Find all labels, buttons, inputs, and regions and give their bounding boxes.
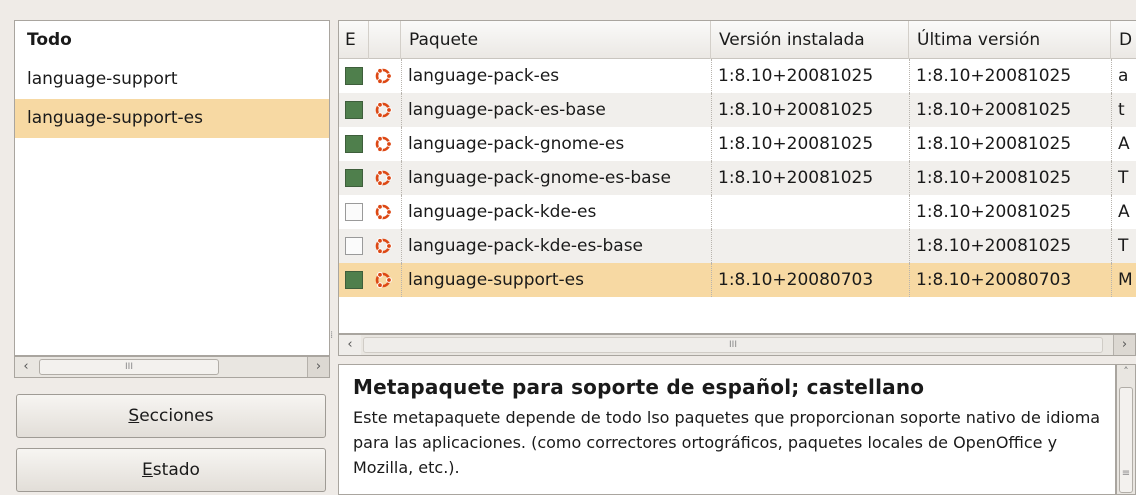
cell-installed-version: 1:8.10+20081025: [711, 59, 909, 93]
checkbox-icon[interactable]: [345, 67, 363, 85]
cell-package: language-support-es: [401, 263, 711, 297]
cell-latest-version: 1:8.10+20081025: [909, 229, 1111, 263]
cell-package: language-pack-gnome-es-base: [401, 161, 711, 195]
arrow-left-icon[interactable]: ‹: [339, 335, 361, 355]
col-header-description[interactable]: D: [1111, 21, 1136, 59]
cell-latest-version: 1:8.10+20081025: [909, 127, 1111, 161]
sections-button[interactable]: Secciones: [16, 394, 326, 438]
col-header-package[interactable]: Paquete: [401, 21, 711, 59]
cell-latest-version: 1:8.10+20081025: [909, 161, 1111, 195]
arrow-up-icon[interactable]: ˄: [1117, 365, 1135, 385]
ubuntu-logo-icon: [375, 135, 392, 153]
table-header: E Paquete Versión instalada Última versi…: [339, 21, 1136, 59]
pane-grip[interactable]: ⁞: [330, 330, 338, 360]
cell-package: language-pack-gnome-es: [401, 127, 711, 161]
checkbox-icon[interactable]: [345, 101, 363, 119]
cell-package: language-pack-es: [401, 59, 711, 93]
checkbox-icon[interactable]: [345, 271, 363, 289]
description-scroll-thumb[interactable]: ≡: [1119, 387, 1133, 493]
section-list-hscrollbar[interactable]: ‹ III ›: [14, 356, 330, 378]
cell-installed-version: 1:8.10+20081025: [711, 127, 909, 161]
cell-description: A: [1111, 127, 1136, 161]
cell-package: language-pack-kde-es-base: [401, 229, 711, 263]
cell-description: T: [1111, 161, 1136, 195]
cell-latest-version: 1:8.10+20081025: [909, 93, 1111, 127]
table-scroll-thumb[interactable]: III: [363, 337, 1103, 353]
section-item-language-support-es[interactable]: language-support-es: [15, 99, 329, 138]
ubuntu-logo-icon: [375, 203, 392, 221]
table-row[interactable]: language-pack-kde-es-base 1:8.10+20081025…: [339, 229, 1136, 263]
package-table: E Paquete Versión instalada Última versi…: [338, 20, 1136, 334]
table-row[interactable]: language-pack-gnome-es-base 1:8.10+200810…: [339, 161, 1136, 195]
cell-description: a: [1111, 59, 1136, 93]
description-body: Este metapaquete depende de todo lso paq…: [353, 408, 1101, 477]
cell-package: language-pack-es-base: [401, 93, 711, 127]
table-hscrollbar[interactable]: ‹ III ›: [338, 334, 1136, 356]
sections-button-label: ecciones: [139, 406, 214, 426]
table-body: language-pack-es 1:8.10+20081025 1:8.10+20…: [339, 59, 1136, 297]
status-button[interactable]: Estado: [16, 448, 326, 492]
cell-description: M: [1111, 263, 1136, 297]
arrow-left-icon[interactable]: ‹: [15, 357, 37, 377]
checkbox-icon[interactable]: [345, 237, 363, 255]
ubuntu-logo-icon: [375, 67, 392, 85]
cell-latest-version: 1:8.10+20081025: [909, 59, 1111, 93]
description-panel: Metapaquete para soporte de español; cas…: [338, 364, 1116, 495]
table-row[interactable]: language-pack-kde-es 1:8.10+20081025 A: [339, 195, 1136, 229]
status-button-label: stado: [152, 460, 200, 480]
cell-latest-version: 1:8.10+20081025: [909, 195, 1111, 229]
col-header-icon[interactable]: [369, 21, 401, 59]
section-list: Todo language-support language-support-e…: [14, 20, 330, 356]
description-vscrollbar[interactable]: ˄ ≡: [1116, 364, 1136, 495]
cell-installed-version: 1:8.10+20081025: [711, 161, 909, 195]
status-button-mnemonic: E: [142, 460, 153, 480]
cell-installed-version: [711, 229, 909, 263]
cell-installed-version: [711, 195, 909, 229]
checkbox-icon[interactable]: [345, 135, 363, 153]
checkbox-icon[interactable]: [345, 169, 363, 187]
cell-description: T: [1111, 229, 1136, 263]
col-header-latest[interactable]: Última versión: [909, 21, 1111, 59]
table-row[interactable]: language-support-es 1:8.10+20080703 1:8.10…: [339, 263, 1136, 297]
ubuntu-logo-icon: [375, 271, 392, 289]
cell-description: t: [1111, 93, 1136, 127]
ubuntu-logo-icon: [375, 169, 392, 187]
section-item-language-support[interactable]: language-support: [15, 60, 329, 99]
table-row[interactable]: language-pack-gnome-es 1:8.10+20081025 1:8…: [339, 127, 1136, 161]
cell-latest-version: 1:8.10+20080703: [909, 263, 1111, 297]
synaptic-window: Todo language-support language-support-e…: [0, 0, 1136, 495]
description-title: Metapaquete para soporte de español; cas…: [353, 375, 925, 399]
sections-button-mnemonic: S: [128, 406, 140, 426]
scroll-thumb[interactable]: III: [39, 359, 219, 375]
checkbox-icon[interactable]: [345, 203, 363, 221]
col-header-status[interactable]: E: [339, 21, 369, 59]
col-header-installed[interactable]: Versión instalada: [711, 21, 909, 59]
cell-installed-version: 1:8.10+20080703: [711, 263, 909, 297]
ubuntu-logo-icon: [375, 237, 392, 255]
arrow-right-icon[interactable]: ›: [307, 357, 329, 377]
arrow-right-icon[interactable]: ›: [1113, 335, 1135, 355]
cell-description: A: [1111, 195, 1136, 229]
cell-package: language-pack-kde-es: [401, 195, 711, 229]
section-item-todo[interactable]: Todo: [15, 21, 329, 60]
table-row[interactable]: language-pack-es 1:8.10+20081025 1:8.10+20…: [339, 59, 1136, 93]
table-row[interactable]: language-pack-es-base 1:8.10+20081025 1:8.…: [339, 93, 1136, 127]
cell-installed-version: 1:8.10+20081025: [711, 93, 909, 127]
ubuntu-logo-icon: [375, 101, 392, 119]
